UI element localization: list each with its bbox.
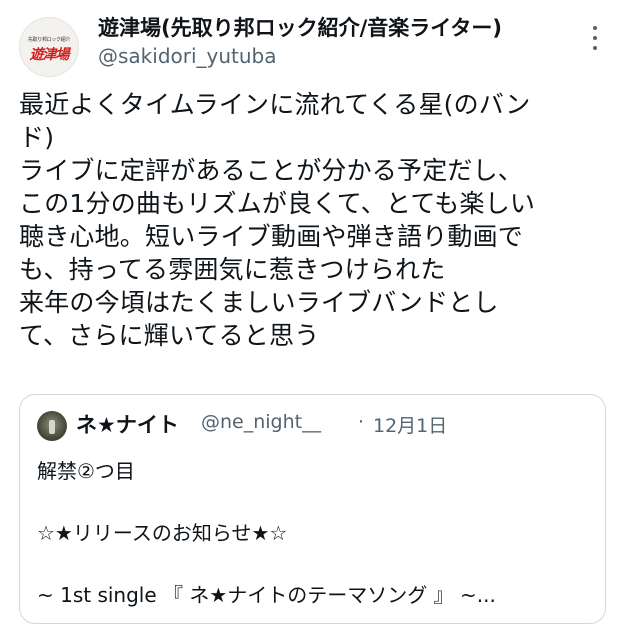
more-dot bbox=[593, 36, 597, 40]
tweet-text-line: 聴き心地。短いライブ動画や弾き語り動画で bbox=[19, 222, 524, 251]
quoted-text-line: 解禁②つ目 bbox=[37, 459, 135, 483]
author-avatar[interactable]: 先取り邦ロック紹介 遊津場 bbox=[19, 17, 79, 77]
tweet-text-line: て、さらに輝いてると思う bbox=[19, 321, 320, 350]
more-dot bbox=[593, 46, 597, 50]
avatar-logo-text: 遊津場 bbox=[29, 47, 70, 63]
quoted-text-line: ☆★リリースのお知らせ★☆ bbox=[37, 521, 288, 545]
tweet-text-line: 最近よくタイムラインに流れてくる星(のバン bbox=[19, 90, 531, 119]
quoted-text-line: ~ 1st single 『 ネ★ナイトのテーマソング 』 ~... bbox=[37, 583, 496, 607]
quoted-author-avatar[interactable] bbox=[37, 411, 67, 441]
quoted-author-handle[interactable]: @ne_night__ bbox=[201, 411, 321, 433]
tweet-text-line: ライブに定評があることが分かる予定だし、 bbox=[19, 156, 524, 185]
tweet-card: 先取り邦ロック紹介 遊津場 遊津場(先取り邦ロック紹介/音楽ライター) @sak… bbox=[0, 0, 626, 640]
more-dot bbox=[593, 26, 597, 30]
author-handle[interactable]: @sakidori_yutuba bbox=[98, 44, 277, 68]
meta-separator: · bbox=[358, 411, 365, 433]
avatar-caption: 先取り邦ロック紹介 bbox=[27, 37, 71, 43]
tweet-text-line: この1分の曲もリズムが良くて、とても楽しい bbox=[19, 189, 536, 218]
quoted-tweet-date[interactable]: 12月1日 bbox=[373, 411, 447, 438]
more-vertical-icon[interactable] bbox=[589, 26, 601, 50]
tweet-text-line: も、持ってる雰囲気に惹きつけられた bbox=[19, 255, 446, 284]
quoted-tweet-card[interactable]: ネ★ナイト @ne_night__ · 12月1日 解禁②つ目 ☆★リリースのお… bbox=[19, 394, 606, 624]
quoted-author-name[interactable]: ネ★ナイト bbox=[76, 409, 179, 439]
tweet-text: 最近よくタイムラインに流れてくる星(のバン ド) ライブに定評があることが分かる… bbox=[19, 88, 611, 352]
tweet-text-line: 来年の今頃はたくましいライブバンドとし bbox=[19, 288, 499, 317]
tweet-text-line: ド) bbox=[19, 123, 55, 152]
author-display-name[interactable]: 遊津場(先取り邦ロック紹介/音楽ライター) bbox=[98, 12, 502, 42]
